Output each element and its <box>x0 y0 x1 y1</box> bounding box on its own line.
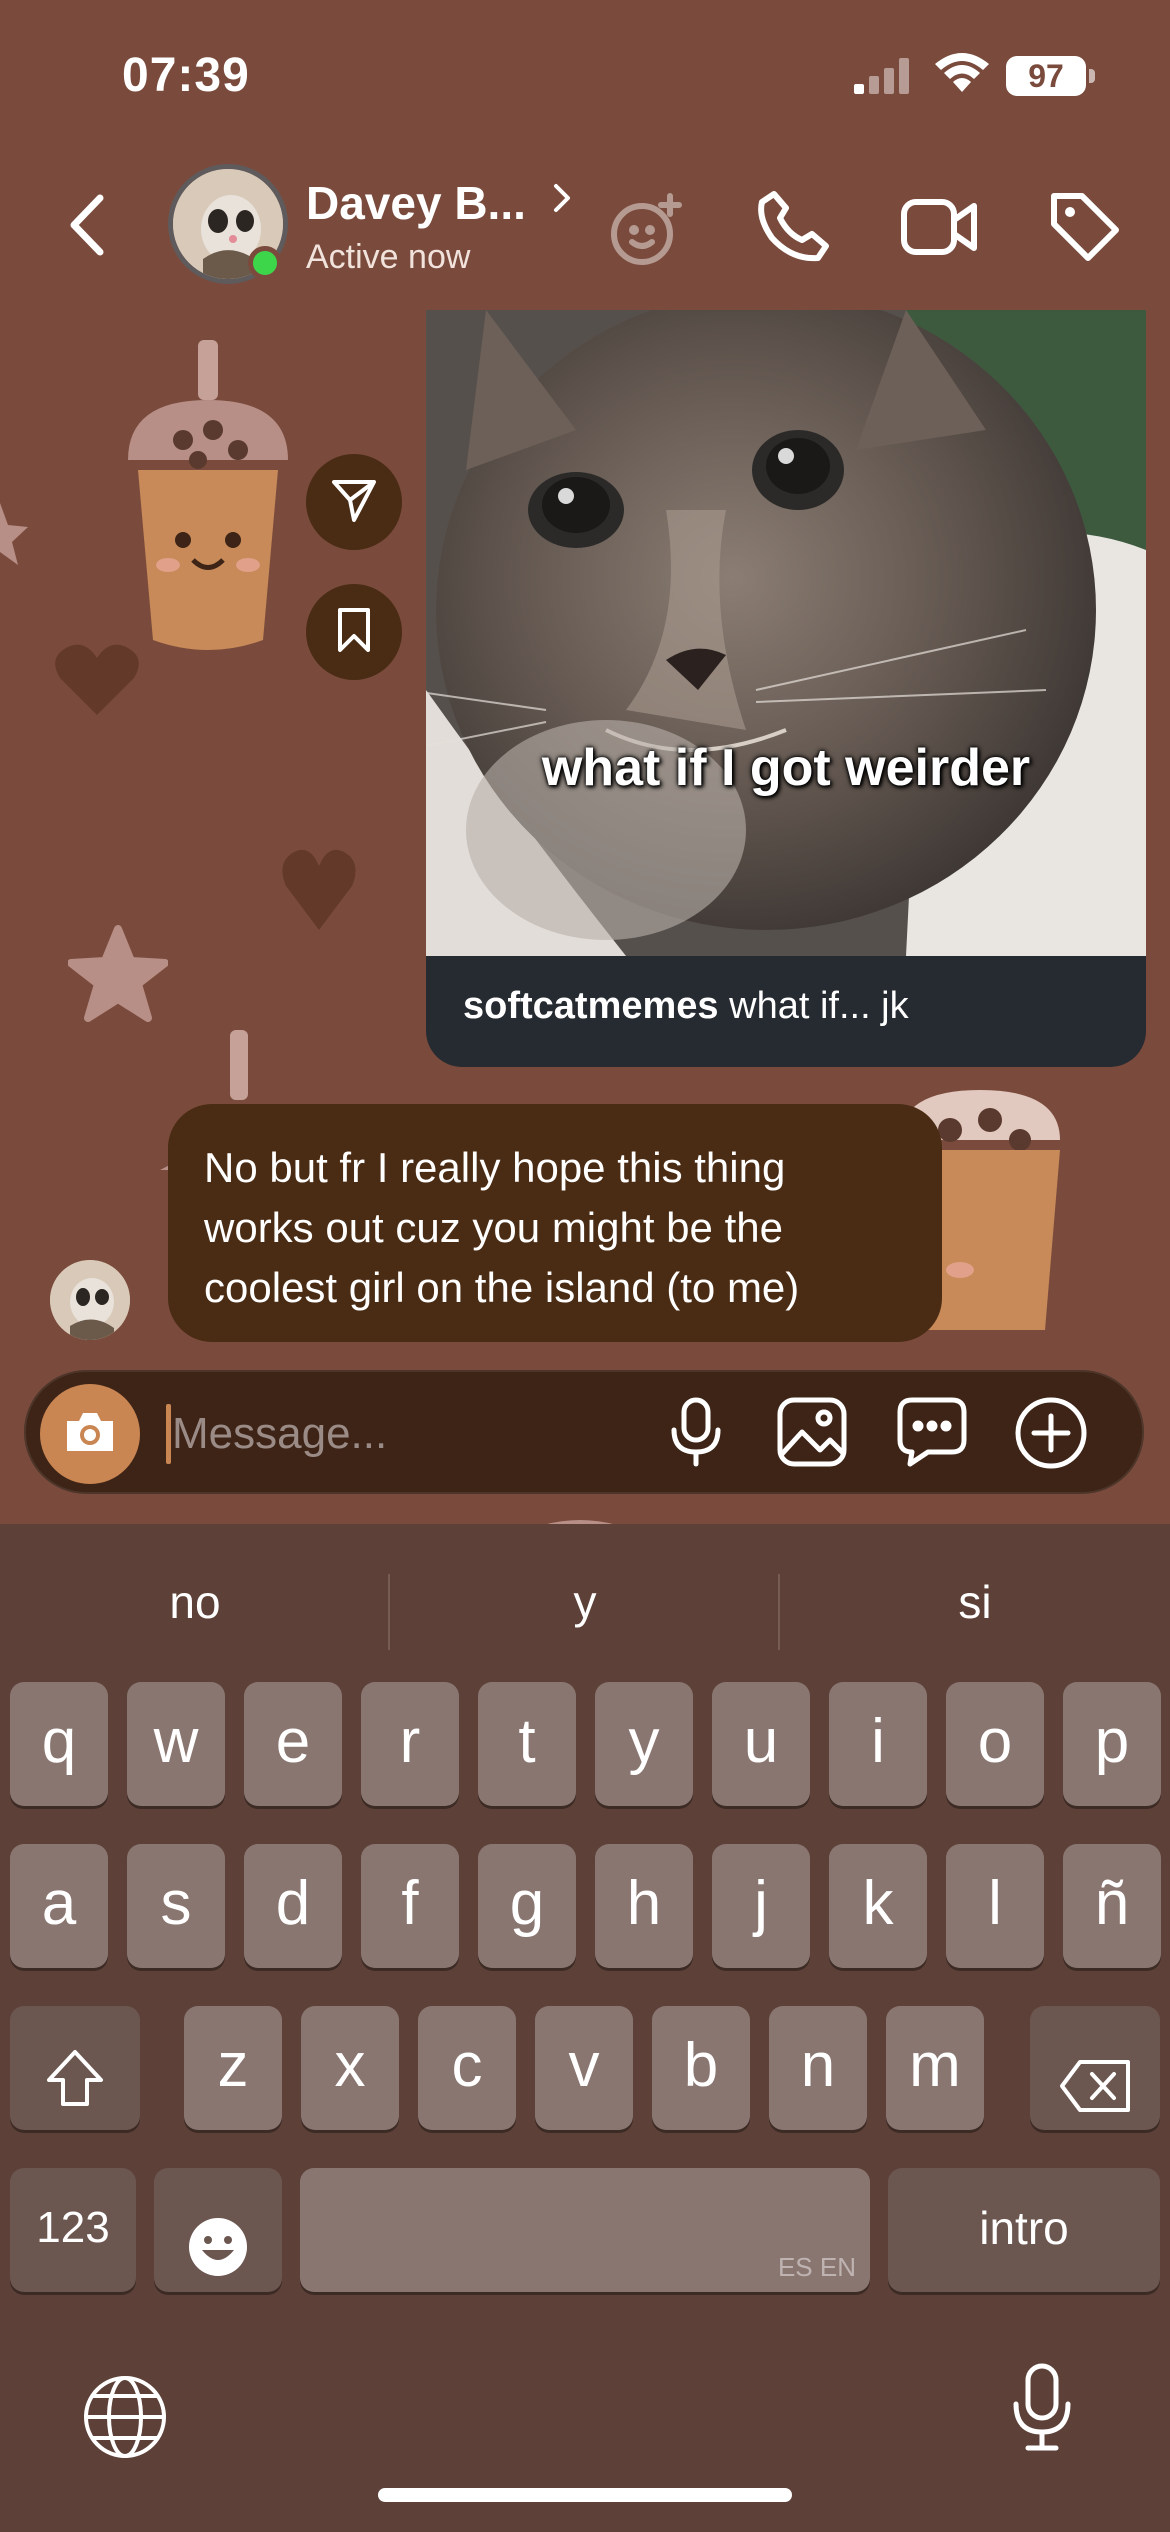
shared-post-card[interactable]: what if I got weirder softcatmemes what … <box>426 310 1146 1067</box>
sender-avatar[interactable] <box>50 1260 130 1340</box>
key-q[interactable]: q <box>10 1682 108 1806</box>
key-e[interactable]: e <box>244 1682 342 1806</box>
camera-icon <box>63 1409 117 1460</box>
chat-screen: 07:39 97 Davey B... Active now what if I… <box>0 0 1170 2532</box>
online-status-dot <box>248 246 282 280</box>
key-g[interactable]: g <box>478 1844 576 1968</box>
status-bar: 07:39 97 <box>0 0 1170 150</box>
backspace-icon <box>1058 2034 1132 2154</box>
contact-status: Active now <box>306 238 471 276</box>
tag-icon[interactable] <box>1046 188 1122 269</box>
post-author[interactable]: softcatmemes <box>463 985 719 1027</box>
delete-key[interactable] <box>1030 2006 1160 2130</box>
add-effect-icon[interactable] <box>608 188 690 275</box>
share-button[interactable] <box>306 454 402 550</box>
send-icon <box>330 476 378 529</box>
key-i[interactable]: i <box>829 1682 927 1806</box>
battery-tip <box>1089 69 1095 83</box>
bookmark-icon <box>334 606 374 659</box>
key-m[interactable]: m <box>886 2006 984 2130</box>
suggestion-item[interactable]: si <box>780 1560 1170 1644</box>
space-key[interactable]: ES EN <box>300 2168 870 2292</box>
wallpaper-heart <box>280 842 358 934</box>
plus-circle-icon[interactable] <box>1014 1396 1088 1475</box>
post-overlay-text: what if I got weirder <box>541 739 1031 797</box>
status-time: 07:39 <box>122 49 250 102</box>
key-l[interactable]: l <box>946 1844 1044 1968</box>
key-b[interactable]: b <box>652 2006 750 2130</box>
key-r[interactable]: r <box>361 1682 459 1806</box>
key-y[interactable]: y <box>595 1682 693 1806</box>
chat-header: Davey B... Active now <box>0 150 1170 300</box>
key-x[interactable]: x <box>301 2006 399 2130</box>
emoji-icon <box>187 2198 249 2318</box>
key-n[interactable]: n <box>769 2006 867 2130</box>
key-k[interactable]: k <box>829 1844 927 1968</box>
post-caption-text: what if... jk <box>729 985 909 1027</box>
key-v[interactable]: v <box>535 2006 633 2130</box>
microphone-icon[interactable] <box>666 1396 726 1473</box>
sticker-chat-icon[interactable] <box>896 1396 968 1473</box>
key-o[interactable]: o <box>946 1682 1044 1806</box>
message-bubble[interactable]: No but fr I really hope this thing works… <box>168 1104 942 1342</box>
camera-button[interactable] <box>40 1384 140 1484</box>
key-u[interactable]: u <box>712 1682 810 1806</box>
space-language-label: ES EN <box>777 2252 856 2282</box>
post-caption[interactable]: softcatmemes what if... jk <box>463 985 909 1028</box>
key-f[interactable]: f <box>361 1844 459 1968</box>
wallpaper-star <box>68 924 168 1024</box>
back-icon[interactable] <box>62 190 122 260</box>
key-j[interactable]: j <box>712 1844 810 1968</box>
emoji-key[interactable] <box>154 2168 282 2292</box>
return-key[interactable]: intro <box>888 2168 1160 2292</box>
message-line: coolest girl on the island (to me) <box>204 1264 800 1311</box>
video-icon[interactable] <box>900 194 980 265</box>
numbers-key[interactable]: 123 <box>10 2168 136 2292</box>
home-indicator[interactable] <box>378 2488 792 2502</box>
key-w[interactable]: w <box>127 1682 225 1806</box>
shift-key[interactable] <box>10 2006 140 2130</box>
cellular-signal-icon <box>854 58 910 99</box>
chevron-right-icon[interactable] <box>550 180 574 221</box>
key-d[interactable]: d <box>244 1844 342 1968</box>
key-z[interactable]: z <box>184 2006 282 2130</box>
suggestion-item[interactable]: no <box>0 1560 390 1644</box>
message-input[interactable] <box>172 1398 652 1470</box>
key-a[interactable]: a <box>10 1844 108 1968</box>
key-h[interactable]: h <box>595 1844 693 1968</box>
phone-icon[interactable] <box>756 188 832 269</box>
predictive-bar: no y si <box>0 1560 1170 1650</box>
wallpaper-star <box>0 500 30 570</box>
dictation-icon[interactable] <box>1008 2362 1076 2459</box>
save-button[interactable] <box>306 584 402 680</box>
gallery-icon[interactable] <box>776 1396 848 1473</box>
key-c[interactable]: c <box>418 2006 516 2130</box>
message-line: works out cuz you might be the <box>204 1204 783 1251</box>
text-cursor <box>166 1404 171 1464</box>
message-composer <box>24 1370 1144 1494</box>
message-line: No but fr I really hope this thing <box>204 1144 786 1191</box>
globe-icon[interactable] <box>82 2374 168 2465</box>
wifi-icon <box>934 52 990 99</box>
key-n-tilde[interactable]: ñ <box>1063 1844 1161 1968</box>
shared-post-image[interactable]: what if I got weirder <box>426 310 1146 956</box>
shift-icon <box>43 2030 107 2150</box>
key-p[interactable]: p <box>1063 1682 1161 1806</box>
key-s[interactable]: s <box>127 1844 225 1968</box>
keyboard: no y si q w e r t y u i o p a s d f g h … <box>0 1524 1170 2532</box>
contact-name[interactable]: Davey B... <box>306 176 526 230</box>
suggestion-item[interactable]: y <box>390 1560 780 1644</box>
wallpaper-boba-sticker <box>88 340 328 670</box>
key-t[interactable]: t <box>478 1682 576 1806</box>
battery-indicator: 97 <box>1006 56 1086 96</box>
wallpaper-heart <box>52 640 142 720</box>
